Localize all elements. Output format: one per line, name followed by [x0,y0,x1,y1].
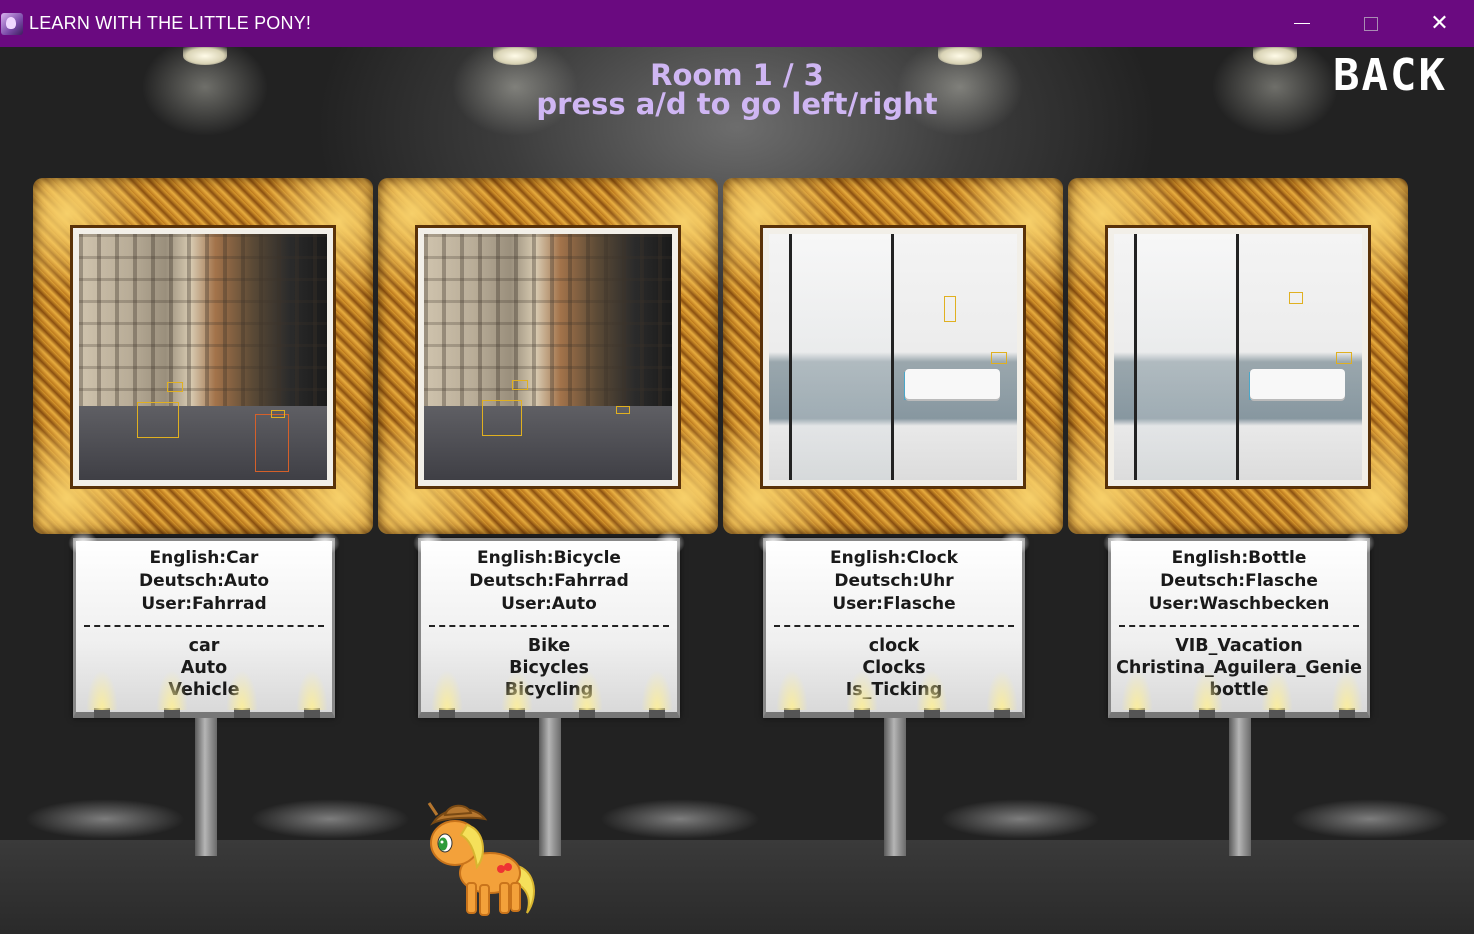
divider [1119,619,1359,627]
street-photo [79,234,327,480]
bathroom-photo [769,234,1017,480]
lamp-icon [641,670,673,718]
sign-light [1345,531,1375,555]
detection-box [1249,372,1339,400]
user-label: User:Flasche [832,594,956,614]
street-photo [424,234,672,480]
detection-box [255,414,289,472]
deutsch-label: Deutsch:Flasche [1160,571,1318,591]
picture-frame [33,178,373,534]
user-label: User:Auto [501,594,597,614]
sign-post [884,718,906,856]
minimize-icon [1293,23,1310,24]
detection-box [271,410,285,418]
lamp-icon [1121,670,1153,718]
sign-light [758,531,788,555]
picture [418,228,678,486]
pony-app-icon [1,12,23,35]
detection-box [1289,292,1303,304]
detection-box [944,296,956,322]
divider [429,619,669,627]
pony-sprite [427,802,535,916]
detection-box [991,352,1007,364]
sign-light [1103,531,1133,555]
lamp-icon [501,670,533,718]
detection-box [137,402,179,438]
picture [1108,228,1368,486]
user-label: User:Fahrrad [141,594,267,614]
info-sign: English:Bottle Deutsch:Flasche User:Wasc… [1103,531,1375,718]
english-label: English:Clock [830,548,958,568]
sign-post [1229,718,1251,856]
tag-label: VIB_Vacation [1175,636,1303,656]
lamp-icon [986,670,1018,718]
sign-post [195,718,217,856]
deutsch-label: Deutsch:Auto [138,571,270,591]
controls-hint: press a/d to go left/right [536,87,938,121]
lamp-icon [916,670,948,718]
title-bar: LEARN WITH THE LITTLE PONY! ✕ [0,0,1474,47]
tag-label: car [188,636,220,656]
close-button[interactable]: ✕ [1405,0,1474,47]
lamp-icon [1191,670,1223,718]
picture-frame [723,178,1063,534]
english-label: English:Bicycle [477,548,621,568]
divider [84,619,324,627]
picture [763,228,1023,486]
floor [0,840,1474,934]
picture [73,228,333,486]
lamp-icon [156,670,188,718]
info-sign: English:Car Deutsch:Auto User:Fahrrad ca… [68,531,340,718]
english-label: English:Car [149,548,259,568]
lamp-icon [1261,670,1293,718]
sign-light [68,531,98,555]
detection-box [482,400,522,436]
user-label: User:Waschbecken [1148,594,1330,614]
sign-light [310,531,340,555]
floor-light [940,799,1100,839]
picture-frame [1068,178,1408,534]
info-sign: English:Bicycle Deutsch:Fahrrad User:Aut… [413,531,685,718]
detection-box [616,406,630,414]
deutsch-label: Deutsch:Uhr [834,571,954,591]
tag-label: clock [868,636,920,656]
lamp-icon [296,670,328,718]
detection-box [1336,352,1352,364]
floor-light [600,799,760,839]
maximize-button[interactable] [1336,0,1405,47]
detection-box [512,380,528,390]
floor-light [25,799,185,839]
lamp-icon [1331,670,1363,718]
window-title: LEARN WITH THE LITTLE PONY! [29,13,312,33]
bathroom-photo [1114,234,1362,480]
sign-light [1000,531,1030,555]
deutsch-label: Deutsch:Fahrrad [469,571,629,591]
lamp-icon [846,670,878,718]
english-label: English:Bottle [1171,548,1307,568]
detection-box [904,372,994,400]
lamp-icon [226,670,258,718]
lamp-icon [571,670,603,718]
minimize-button[interactable] [1267,0,1336,47]
back-button[interactable]: BACK [1333,52,1474,100]
sign-light [413,531,443,555]
lamp-icon [776,670,808,718]
info-sign: English:Clock Deutsch:Uhr User:Flasche c… [758,531,1030,718]
window-controls: ✕ [1267,0,1474,47]
floor-light [1290,799,1450,839]
detection-box [167,382,183,392]
floor-light [250,799,410,839]
close-icon: ✕ [1430,10,1449,36]
lamp-icon [431,670,463,718]
tag-label: Bike [527,636,571,656]
sign-light [655,531,685,555]
maximize-icon [1363,16,1378,31]
lamp-icon [86,670,118,718]
divider [774,619,1014,627]
picture-frame [378,178,718,534]
